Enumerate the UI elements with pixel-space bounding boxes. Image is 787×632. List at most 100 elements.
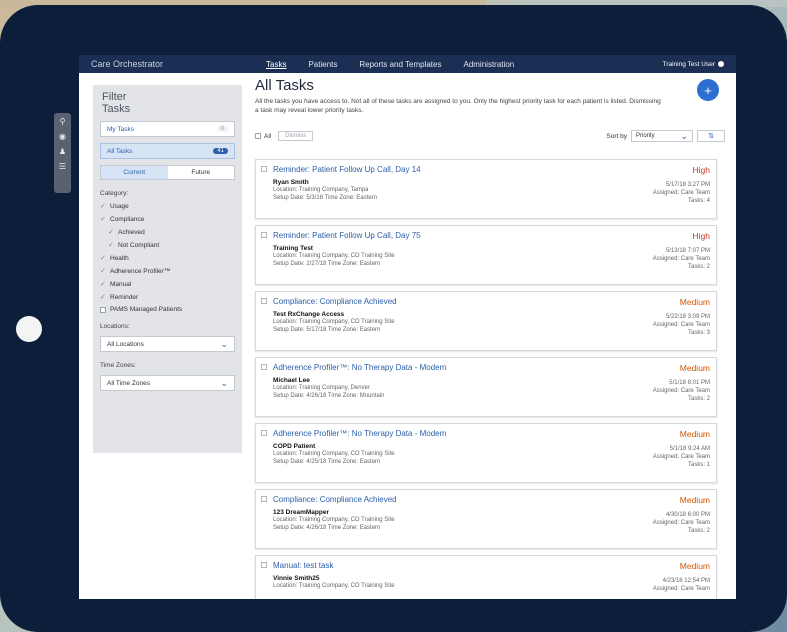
current-toggle[interactable]: Current	[101, 166, 168, 179]
task-title[interactable]: Manual: test task	[273, 561, 710, 570]
category-item[interactable]: ✓ Health	[100, 254, 235, 263]
category-item[interactable]: ✓ Adherence Profiler™	[100, 267, 235, 276]
select-all-checkbox[interactable]	[255, 133, 261, 139]
sort-select[interactable]: Priority ⌄	[631, 130, 693, 142]
pams-checkbox[interactable]	[100, 306, 106, 313]
list-settings-icon[interactable]: ☰	[59, 162, 66, 172]
future-toggle[interactable]: Future	[167, 166, 234, 179]
task-checkbox[interactable]	[261, 364, 267, 370]
category-item[interactable]: ✓ Compliance	[100, 215, 235, 224]
task-assigned: Assigned: Care Team	[652, 322, 710, 328]
category-item[interactable]: ✓ Manual	[100, 280, 235, 289]
task-checkbox[interactable]	[261, 232, 267, 238]
task-count: Tasks: 3	[687, 330, 710, 336]
user-menu[interactable]: Training Test User	[663, 61, 724, 68]
locations-value: All Locations	[107, 340, 144, 348]
task-setup: Setup Date: 5/3/18 Time Zone: Eastern	[273, 195, 378, 201]
task-card[interactable]: Adherence Profiler™: No Therapy Data - M…	[255, 357, 717, 417]
task-date: 5/22/18 3:09 PM	[665, 314, 710, 320]
task-assigned: Assigned: Care Team	[652, 586, 710, 592]
category-list: ✓ Usage ✓ Compliance ✓ Achieved ✓ Not Compliant…	[100, 202, 235, 302]
all-tasks-label: All Tasks	[107, 147, 133, 155]
task-priority: Medium	[679, 495, 710, 505]
category-item[interactable]: ✓ Usage	[100, 202, 235, 211]
task-assigned: Assigned: Care Team	[652, 520, 710, 526]
task-card[interactable]: Adherence Profiler™: No Therapy Data - M…	[255, 423, 717, 483]
pams-filter[interactable]: PAMS Managed Patients	[100, 306, 235, 313]
nav-links: Tasks Patients Reports and Templates Adm…	[266, 60, 663, 69]
page-title: All Tasks	[255, 77, 314, 94]
task-checkbox[interactable]	[261, 496, 267, 502]
chevron-down-icon: ⌄	[680, 130, 688, 141]
search-icon[interactable]: ⚲	[60, 117, 66, 127]
task-card[interactable]: Reminder: Patient Follow Up Call, Day 75…	[255, 225, 717, 285]
nav-administration[interactable]: Administration	[463, 60, 514, 69]
check-icon: ✓	[108, 229, 114, 236]
category-item[interactable]: ✓ Achieved	[100, 228, 235, 237]
task-title[interactable]: Reminder: Patient Follow Up Call, Day 14	[273, 165, 710, 174]
task-priority: Medium	[679, 363, 710, 373]
category-label-text: Compliance	[110, 215, 145, 223]
select-all[interactable]: All	[255, 133, 271, 140]
task-checkbox[interactable]	[261, 166, 267, 172]
task-checkbox[interactable]	[261, 298, 267, 304]
task-card[interactable]: Reminder: Patient Follow Up Call, Day 14…	[255, 159, 717, 219]
task-checkbox[interactable]	[261, 562, 267, 568]
task-title[interactable]: Adherence Profiler™: No Therapy Data - M…	[273, 363, 710, 372]
task-location: Location: Training Company, CO Training …	[273, 583, 395, 589]
nav-reports[interactable]: Reports and Templates	[359, 60, 441, 69]
check-icon: ✓	[100, 203, 106, 210]
app-brand[interactable]: Care Orchestrator	[91, 59, 266, 69]
task-priority: Medium	[679, 429, 710, 439]
patient-name: Test RxChange Access	[273, 311, 345, 318]
my-tasks-tab[interactable]: My Tasks 0	[100, 121, 235, 137]
sort-direction-button[interactable]: ⇅	[697, 130, 725, 142]
task-assigned: Assigned: Care Team	[652, 454, 710, 460]
task-card[interactable]: Compliance: Compliance Achieved Medium 123…	[255, 489, 717, 549]
task-title[interactable]: Compliance: Compliance Achieved	[273, 495, 710, 504]
task-location: Location: Training Company, Denver	[273, 385, 370, 391]
task-card[interactable]: Manual: test task Medium Vinnie Smith25 Loc…	[255, 555, 717, 599]
task-assigned: Assigned: Care Team	[652, 190, 710, 196]
lightbulb-icon[interactable]: ◉	[59, 132, 66, 142]
dismiss-button[interactable]: Dismiss	[278, 131, 314, 141]
check-icon: ✓	[108, 242, 114, 249]
check-icon: ✓	[100, 281, 106, 288]
top-nav: Care Orchestrator Tasks Patients Reports…	[79, 55, 736, 73]
task-setup: Setup Date: 5/17/18 Time Zone: Eastern	[273, 327, 381, 333]
add-user-icon[interactable]: ♟	[59, 147, 66, 157]
task-right-info: 5/22/18 3:09 PM Assigned: Care Team Tasks:…	[653, 313, 710, 337]
category-label: Category:	[100, 190, 129, 197]
main-content: All Tasks All the tasks you have access …	[255, 77, 725, 599]
task-count: Tasks: 4	[687, 198, 710, 204]
all-tasks-tab[interactable]: All Tasks 41	[100, 143, 235, 159]
page-description: All the tasks you have access to. Not al…	[255, 98, 661, 114]
task-setup: Setup Date: 4/26/18 Time Zone: Eastern	[273, 525, 381, 531]
time-toggle: Current Future	[100, 165, 235, 180]
my-tasks-label: My Tasks	[107, 125, 134, 133]
task-right-info: 5/13/18 7:07 PM Assigned: Care Team Tasks:…	[653, 247, 710, 271]
task-toolbar: All Dismiss Sort by Priority ⌄ ⇅	[255, 129, 725, 143]
task-card[interactable]: Compliance: Compliance Achieved Medium Tes…	[255, 291, 717, 351]
task-location: Location: Training Company, CO Training …	[273, 319, 395, 325]
task-checkbox[interactable]	[261, 430, 267, 436]
gear-icon[interactable]	[718, 61, 724, 67]
task-title[interactable]: Adherence Profiler™: No Therapy Data - M…	[273, 429, 710, 438]
task-title[interactable]: Compliance: Compliance Achieved	[273, 297, 710, 306]
task-title[interactable]: Reminder: Patient Follow Up Call, Day 75	[273, 231, 710, 240]
task-setup: Setup Date: 4/25/18 Time Zone: Eastern	[273, 459, 381, 465]
task-location: Location: Training Company, CO Training …	[273, 253, 395, 259]
tablet-home-button[interactable]	[16, 316, 42, 342]
timezones-select[interactable]: All Time Zones ⌄	[100, 375, 235, 391]
nav-tasks[interactable]: Tasks	[266, 60, 286, 69]
add-task-button[interactable]: +	[697, 79, 719, 101]
category-item[interactable]: ✓ Reminder	[100, 293, 235, 302]
patient-name: Vinnie Smith25	[273, 575, 320, 582]
user-name: Training Test User	[662, 60, 715, 68]
locations-select[interactable]: All Locations ⌄	[100, 336, 235, 352]
task-right-info: 5/17/18 3:27 PM Assigned: Care Team Tasks:…	[653, 181, 710, 205]
task-date: 5/1/18 8:01 PM	[669, 380, 710, 386]
nav-patients[interactable]: Patients	[308, 60, 337, 69]
category-item[interactable]: ✓ Not Compliant	[100, 241, 235, 250]
task-count: Tasks: 2	[687, 264, 710, 270]
